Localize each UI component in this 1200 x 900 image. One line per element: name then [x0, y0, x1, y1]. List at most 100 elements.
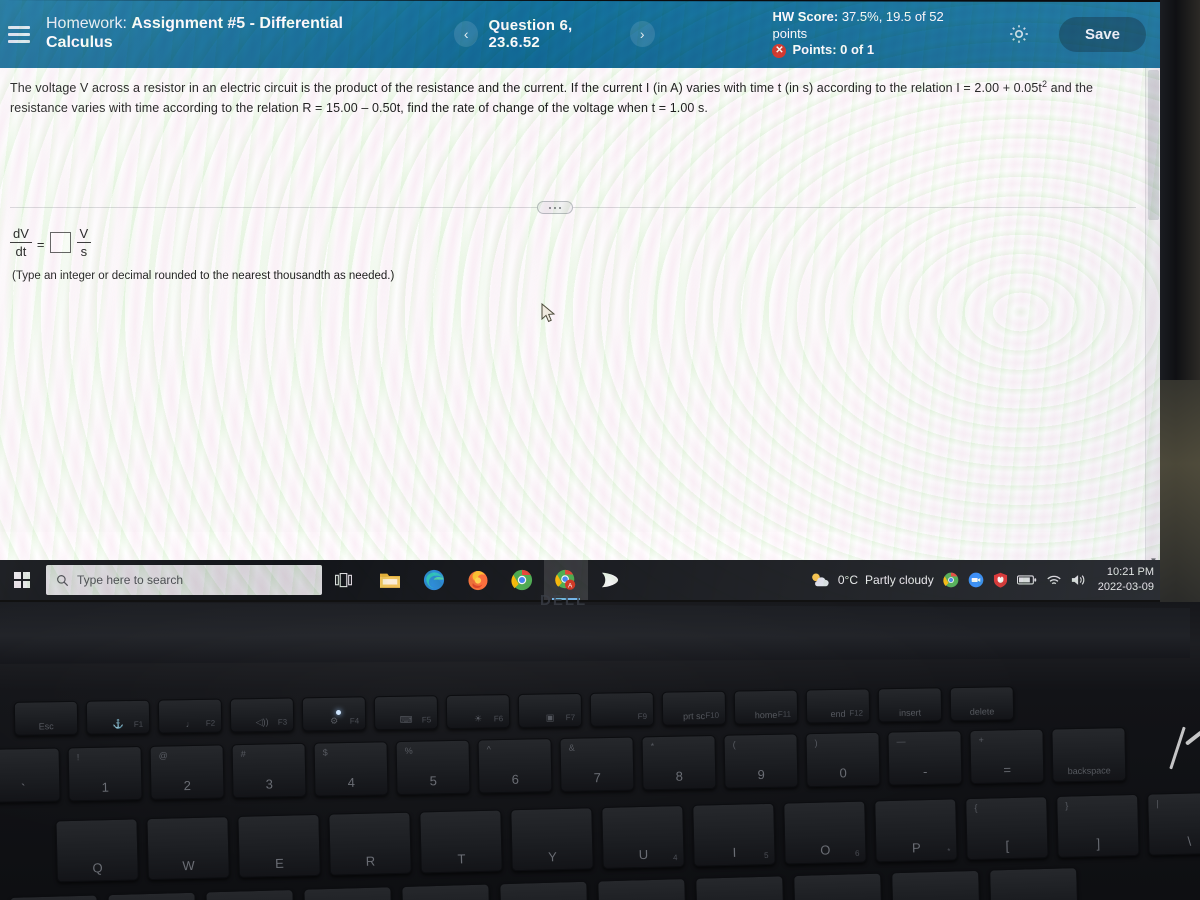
key-y[interactable]: Y — [510, 807, 594, 872]
key-t[interactable]: T — [419, 809, 503, 874]
key-label: insert — [898, 707, 922, 718]
key-prt-sc[interactable]: prt sc F10 — [661, 690, 727, 726]
key--[interactable]: ⚙ F4 — [301, 696, 367, 732]
key-2[interactable]: @2 — [149, 744, 225, 800]
key--[interactable]: — - — [887, 730, 963, 786]
key--[interactable]: ▣ F7 — [517, 692, 583, 728]
keyboard-number-row: ~`!1@2#3$4%5^6&7*8(9)0—-+= backspace — [0, 727, 1127, 803]
windows-logo-icon[interactable] — [0, 560, 44, 600]
more-options-icon[interactable] — [537, 201, 573, 214]
key-1[interactable]: ! 1 — [67, 745, 143, 802]
key--[interactable]: ⌨ F5 — [373, 695, 439, 731]
firefox-icon[interactable] — [456, 560, 500, 600]
zoom-tray-icon[interactable] — [968, 572, 984, 588]
key-top-legend: ^ — [486, 744, 492, 755]
key-6[interactable]: ^ 6 — [477, 738, 553, 794]
key--[interactable]: ☀ F6 — [445, 694, 511, 730]
key-sub-legend: 6 — [854, 848, 860, 858]
answer-input[interactable] — [49, 232, 71, 253]
key-f[interactable]: F — [303, 886, 393, 900]
key-e[interactable]: E — [237, 813, 321, 878]
key-h[interactable]: H — [499, 880, 589, 900]
key-label: end — [830, 708, 846, 720]
clock-date: 2022-03-09 — [1097, 581, 1154, 593]
key-8[interactable]: * 8 — [641, 734, 717, 791]
key-label: - — [922, 763, 928, 779]
key-7[interactable]: & 7 — [559, 736, 635, 792]
key-a[interactable]: A — [9, 894, 99, 900]
key-j[interactable]: J — [597, 878, 687, 900]
previous-question-icon[interactable]: ‹ — [454, 21, 479, 47]
key-w[interactable]: W — [146, 816, 230, 881]
key-top-legend: & — [568, 742, 575, 753]
key-i[interactable]: I5 — [692, 802, 776, 867]
laptop-keyboard: Esc ⚓ F1 ♩ F2 ◁)) F3 ⚙ F4 ⌨ F5 ☀ F6 ▣ F7 F9 prt sc F10 hom… — [0, 686, 1200, 900]
clock[interactable]: 10:21 PM 2022-03-09 — [1096, 565, 1154, 595]
gear-icon[interactable] — [1007, 22, 1031, 46]
key-insert[interactable]: insert — [877, 687, 943, 723]
question-text-part1: The voltage V across a resistor in an el… — [10, 81, 1042, 96]
save-button[interactable]: Save — [1058, 16, 1146, 52]
key-sub-legend: F5 — [421, 715, 432, 725]
key-3[interactable]: #3 — [231, 742, 307, 799]
key-end[interactable]: end F12 — [805, 688, 871, 724]
wifi-icon[interactable] — [1046, 574, 1062, 587]
key-home[interactable]: home F11 — [733, 689, 799, 725]
battery-icon[interactable] — [1016, 574, 1037, 586]
chrome-icon[interactable] — [500, 560, 544, 600]
hamburger-icon[interactable] — [8, 25, 34, 43]
task-view-icon[interactable] — [322, 572, 364, 588]
key-4[interactable]: $4 — [313, 741, 389, 797]
key-top-legend: # — [240, 748, 246, 760]
key--[interactable]: ♩ F2 — [157, 698, 223, 734]
file-explorer-icon[interactable] — [368, 560, 412, 600]
volume-icon[interactable] — [1071, 573, 1087, 587]
chrome-tray-icon[interactable] — [943, 572, 959, 588]
key--[interactable]: ⚓ F1 — [85, 699, 151, 735]
laptop-screen-shell: Homework: Assignment #5 - Differential C… — [0, 0, 1172, 612]
key-8[interactable]: F9 — [589, 691, 655, 727]
key-s[interactable]: S — [107, 891, 197, 900]
key--[interactable]: | \ — [1147, 791, 1200, 856]
key-r[interactable]: R — [328, 811, 412, 876]
key--[interactable]: ; — [891, 869, 981, 900]
key-q[interactable]: Q — [55, 818, 139, 883]
next-question-icon[interactable]: › — [630, 21, 655, 47]
key-k[interactable]: K — [695, 875, 785, 900]
key-u[interactable]: U4 — [601, 805, 685, 869]
key-label: 8 — [675, 768, 683, 784]
key--[interactable]: }] — [1056, 793, 1140, 858]
svg-text:A: A — [568, 582, 573, 589]
key-sub-legend: F2 — [205, 718, 216, 728]
background-environment — [1160, 380, 1200, 620]
key--[interactable]: + = — [969, 728, 1045, 785]
key-9[interactable]: (9 — [723, 733, 799, 789]
key--[interactable]: ' — [989, 867, 1079, 900]
key-label: W — [182, 857, 195, 874]
key--[interactable]: ◁)) F3 — [229, 697, 295, 733]
key-p[interactable]: P * — [874, 798, 958, 863]
key-backspace[interactable]: backspace — [1051, 727, 1127, 783]
antivirus-shield-icon[interactable] — [993, 572, 1008, 588]
key-5[interactable]: % 5 — [395, 739, 471, 796]
key--[interactable]: ~` — [0, 747, 61, 803]
scrollbar-thumb[interactable] — [1148, 70, 1159, 220]
microsoft-edge-icon[interactable] — [412, 560, 456, 600]
key-label: backspace — [1067, 765, 1111, 777]
vertical-scrollbar[interactable]: ▼ — [1145, 68, 1160, 568]
key-g[interactable]: G — [401, 883, 491, 900]
score-summary: HW Score: 37.5%, 19.5 of 52 points ✕ Poi… — [772, 9, 970, 60]
key-l[interactable]: L — [793, 872, 883, 900]
key--[interactable]: {[ — [965, 796, 1049, 861]
weather-widget[interactable]: 0°C Partly cloudy — [809, 571, 934, 589]
media-player-icon[interactable] — [588, 560, 632, 600]
key-o[interactable]: O6 — [783, 800, 867, 865]
key-d[interactable]: D — [205, 888, 295, 900]
key-sub-legend: F12 — [849, 708, 864, 718]
key-esc[interactable]: Esc — [13, 700, 79, 736]
dell-logo: DELL — [540, 592, 588, 609]
key-0[interactable]: ) 0 — [805, 731, 881, 788]
key-delete[interactable]: delete — [949, 686, 1015, 722]
hw-score: HW Score: 37.5%, 19.5 of 52 points — [772, 9, 970, 43]
search-input[interactable]: Type here to search — [46, 565, 322, 595]
